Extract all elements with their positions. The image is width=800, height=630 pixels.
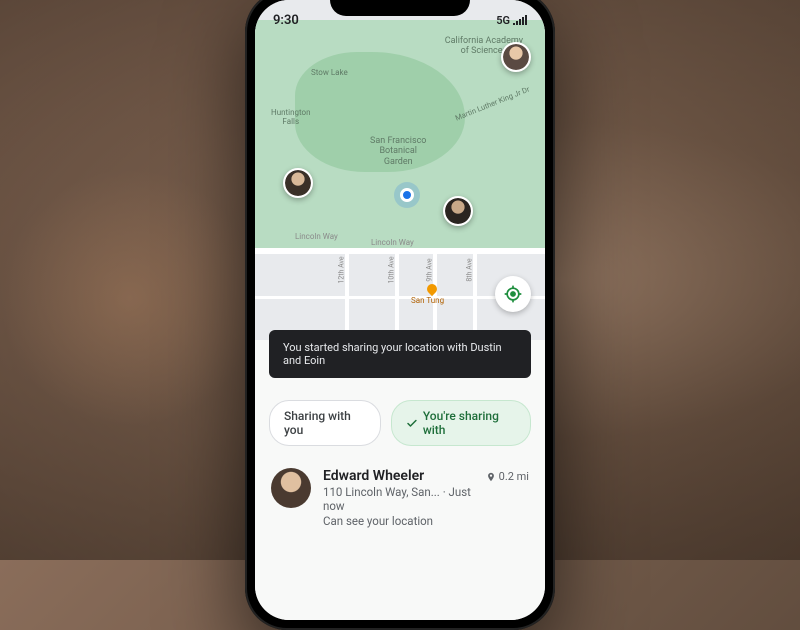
avatar-pin-2[interactable] (283, 168, 313, 198)
avatar-pin-3[interactable] (443, 196, 473, 226)
toast-notification: You started sharing your location with D… (269, 330, 531, 378)
phone-screen: 9:30 5G California Academy of Sciences S… (255, 0, 545, 620)
location-pin-icon (486, 472, 496, 482)
tab-label: Sharing with you (284, 409, 366, 437)
phone-frame: 9:30 5G California Academy of Sciences S… (245, 0, 555, 630)
contact-info: Edward Wheeler 110 Lincoln Way, San... ·… (323, 468, 474, 528)
contact-distance: 0.2 mi (486, 470, 529, 483)
phone-notch (330, 0, 470, 16)
tab-youre-sharing-with[interactable]: You're sharing with (391, 400, 531, 446)
label-stow: Stow Lake (311, 68, 348, 77)
status-indicators: 5G (496, 14, 527, 27)
map-view[interactable]: California Academy of Sciences San Franc… (255, 0, 545, 340)
tab-label: You're sharing with (423, 409, 516, 437)
recenter-button[interactable] (495, 276, 531, 312)
label-12th: 12th Ave (338, 256, 346, 283)
label-huntington: Huntington Falls (271, 108, 311, 126)
contact-row[interactable]: Edward Wheeler 110 Lincoln Way, San... ·… (255, 462, 545, 534)
status-time: 9:30 (273, 13, 299, 28)
contact-avatar[interactable] (271, 468, 311, 508)
road-lincoln (255, 248, 545, 254)
distance-value: 0.2 mi (499, 470, 529, 483)
label-lincoln2: Lincoln Way (295, 232, 338, 241)
contact-subtext: Can see your location (323, 514, 474, 528)
label-lincoln1: Lincoln Way (371, 238, 414, 247)
label-9th: 9th Ave (426, 258, 434, 281)
label-10th: 10th Ave (388, 256, 396, 283)
label-santung: San Tung (411, 296, 444, 305)
network-label: 5G (496, 14, 510, 27)
contact-address: 110 Lincoln Way, San... · Just now (323, 485, 474, 513)
contact-name: Edward Wheeler (323, 468, 474, 484)
label-garden: San Francisco Botanical Garden (370, 136, 426, 167)
toast-text: You started sharing your location with D… (283, 341, 502, 367)
tab-sharing-with-you[interactable]: Sharing with you (269, 400, 381, 446)
label-8th: 8th Ave (466, 258, 474, 281)
my-location-dot[interactable] (400, 188, 414, 202)
sharing-tabs: Sharing with you You're sharing with (255, 400, 545, 462)
signal-icon (513, 15, 527, 25)
check-icon (406, 417, 418, 430)
target-icon (503, 284, 523, 304)
bottom-sheet[interactable]: Sharing with you You're sharing with Edw… (255, 360, 545, 620)
avatar-pin-1[interactable] (501, 42, 531, 72)
